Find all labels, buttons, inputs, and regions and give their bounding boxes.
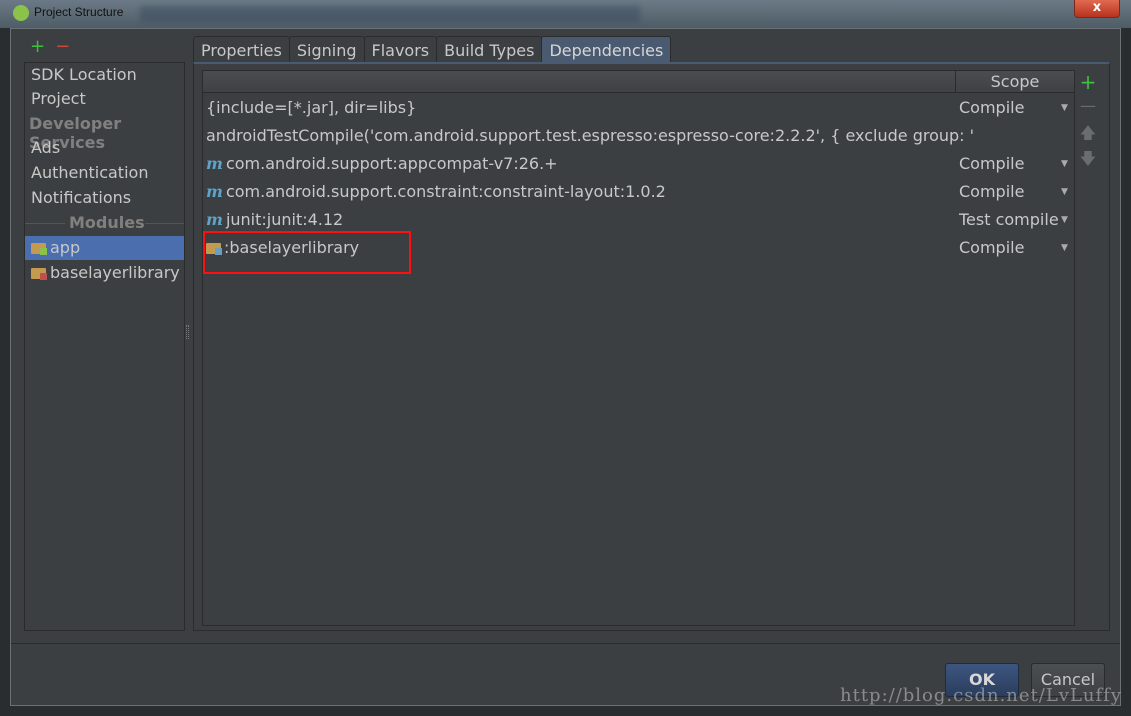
tab-bar: Properties Signing Flavors Build Types D… — [193, 36, 672, 63]
sidebar-item-project[interactable]: Project — [31, 87, 86, 111]
chevron-down-icon[interactable]: ▼ — [1061, 178, 1068, 206]
add-dependency-button[interactable]: + — [1076, 70, 1100, 96]
tab-flavors[interactable]: Flavors — [363, 36, 438, 63]
module-label: app — [50, 238, 81, 257]
dependency-name: m com.android.support.constraint:constrai… — [206, 178, 666, 206]
sidebar-item-sdk-location[interactable]: SDK Location — [31, 63, 137, 87]
sidebar-item-authentication[interactable]: Authentication — [31, 161, 148, 185]
dependency-name: m com.android.support:appcompat-v7:26.+ — [206, 150, 558, 178]
scope-dropdown[interactable]: Test compile — [959, 206, 1059, 234]
scope-column-header[interactable]: Scope — [955, 71, 1074, 93]
dependencies-table: Scope {include=[*.jar], dir=libs} Compile… — [202, 70, 1075, 626]
modules-header: Modules — [69, 213, 145, 232]
move-up-button[interactable]: 🡅 — [1076, 122, 1100, 148]
dependency-name: androidTestCompile('com.android.support.… — [206, 122, 974, 150]
watermark: http://blog.csdn.net/LvLuffy — [840, 685, 1122, 706]
background-blur — [140, 6, 640, 22]
remove-dependency-button[interactable]: — — [1076, 96, 1100, 122]
scope-dropdown[interactable]: Compile — [959, 178, 1024, 206]
divider — [145, 223, 184, 224]
maven-icon: m — [206, 182, 223, 201]
table-row[interactable]: m com.android.support:appcompat-v7:26.+ Co… — [203, 150, 1074, 178]
maven-icon: m — [206, 154, 223, 173]
window-title: Project Structure — [34, 5, 124, 19]
dependency-label: com.android.support.constraint:constrain… — [225, 182, 666, 201]
highlight-annotation — [203, 231, 411, 274]
move-down-button[interactable]: 🡇 — [1076, 148, 1100, 174]
divider — [11, 643, 1120, 644]
table-row[interactable]: m com.android.support.constraint:constrai… — [203, 178, 1074, 206]
app-module-icon — [31, 242, 47, 255]
module-toolbar: + − — [30, 36, 70, 57]
chevron-down-icon[interactable]: ▼ — [1061, 206, 1068, 234]
add-module-button[interactable]: + — [30, 36, 45, 57]
divider — [25, 223, 65, 224]
title-bar — [0, 0, 1131, 28]
tab-dependencies[interactable]: Dependencies — [541, 36, 672, 63]
table-row[interactable]: m junit:junit:4.12 Test compile ▼ — [203, 206, 1074, 234]
sidebar-item-app[interactable]: app — [31, 236, 80, 260]
chevron-down-icon[interactable]: ▼ — [1061, 150, 1068, 178]
table-side-toolbar: + — 🡅 🡇 — [1076, 70, 1100, 174]
tab-signing[interactable]: Signing — [288, 36, 365, 63]
sidebar-item-ads[interactable]: Ads — [31, 136, 60, 160]
dependency-name: m junit:junit:4.12 — [206, 206, 343, 234]
close-button[interactable]: x — [1074, 0, 1120, 18]
dependency-label: junit:junit:4.12 — [225, 210, 344, 229]
scope-dropdown[interactable]: Compile — [959, 94, 1024, 122]
dependency-label: androidTestCompile('com.android.support.… — [206, 126, 975, 145]
scope-dropdown[interactable]: Compile — [959, 150, 1024, 178]
sidebar-item-baselayerlibrary[interactable]: baselayerlibrary — [31, 261, 180, 285]
library-module-icon — [31, 267, 47, 280]
dependency-label: {include=[*.jar], dir=libs} — [206, 98, 417, 117]
remove-module-button[interactable]: − — [55, 36, 70, 57]
table-row[interactable]: {include=[*.jar], dir=libs} Compile ▼ — [203, 94, 1074, 122]
module-label: baselayerlibrary — [50, 263, 180, 282]
table-row[interactable]: androidTestCompile('com.android.support.… — [203, 122, 1074, 150]
chevron-down-icon[interactable]: ▼ — [1061, 94, 1068, 122]
tab-build-types[interactable]: Build Types — [436, 36, 543, 63]
sidebar-item-notifications[interactable]: Notifications — [31, 186, 131, 210]
table-header: Scope — [203, 71, 1074, 93]
android-studio-icon — [13, 5, 29, 21]
sidebar: SDK Location Project Developer Services … — [24, 62, 185, 631]
dependency-label: com.android.support:appcompat-v7:26.+ — [225, 154, 558, 173]
scope-dropdown[interactable]: Compile — [959, 234, 1024, 262]
splitter-handle[interactable] — [186, 325, 189, 339]
tab-properties[interactable]: Properties — [193, 36, 290, 63]
maven-icon: m — [206, 210, 223, 229]
dependency-name: {include=[*.jar], dir=libs} — [206, 94, 416, 122]
chevron-down-icon[interactable]: ▼ — [1061, 234, 1068, 262]
